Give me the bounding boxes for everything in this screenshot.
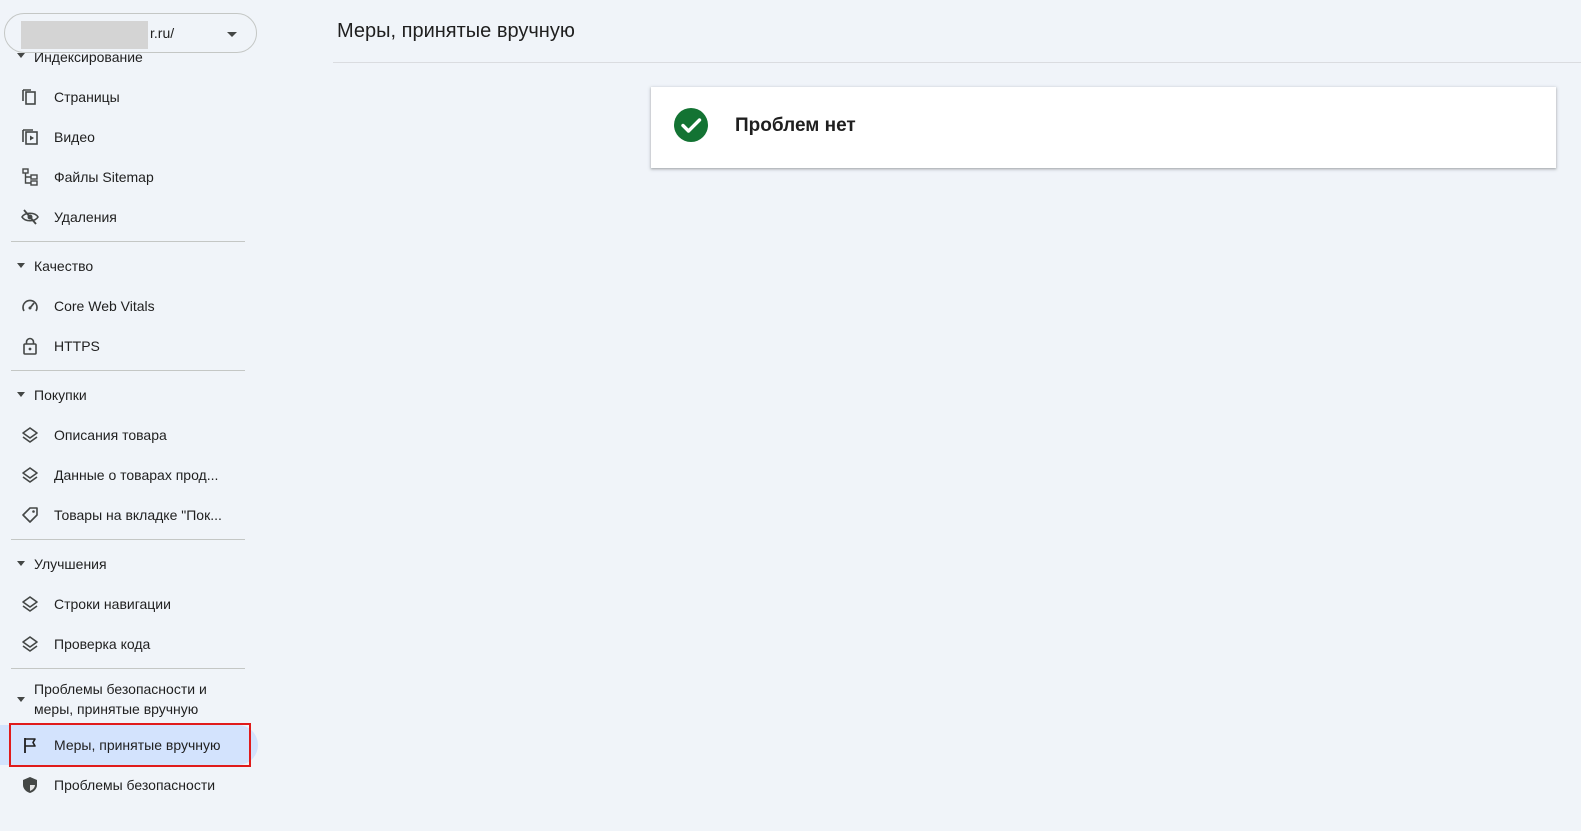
sidebar-item-code-check[interactable]: Проверка кода xyxy=(0,624,262,664)
section-header-quality[interactable]: Качество xyxy=(0,246,262,286)
section-header-enhancements[interactable]: Улучшения xyxy=(0,544,262,584)
divider xyxy=(11,539,245,540)
section-header-security[interactable]: Проблемы безопасности и меры, принятые в… xyxy=(0,673,230,725)
section-header-shopping[interactable]: Покупки xyxy=(0,375,262,415)
sidebar-item-manual-actions[interactable]: Меры, принятые вручную xyxy=(0,725,258,765)
divider xyxy=(11,241,245,242)
shield-icon xyxy=(23,777,37,793)
divider xyxy=(333,62,1581,63)
sitemap-icon xyxy=(22,168,38,186)
layers-icon xyxy=(22,467,38,483)
sidebar-item-product-snippets[interactable]: Описания товара xyxy=(0,415,262,455)
sidebar-item-removals[interactable]: Удаления xyxy=(0,197,262,237)
video-icon xyxy=(22,129,38,145)
sidebar-item-pages[interactable]: Страницы xyxy=(0,77,262,117)
sidebar-item-video[interactable]: Видео xyxy=(0,117,262,157)
lock-icon xyxy=(23,337,37,355)
collapse-icon xyxy=(17,53,25,58)
nav-scroll[interactable]: Индексирование Страницы Видео Файлы Site… xyxy=(0,52,262,831)
property-selector[interactable]: r.ru/ xyxy=(4,13,257,53)
sidebar-item-label: Core Web Vitals xyxy=(54,298,155,314)
sidebar-item-security-issues[interactable]: Проблемы безопасности xyxy=(0,765,262,805)
chevron-down-icon xyxy=(227,32,237,37)
tag-icon xyxy=(22,507,38,523)
collapse-icon xyxy=(17,561,25,566)
sidebar: r.ru/ Индексирование Страницы Видео Файл… xyxy=(0,0,262,831)
sidebar-item-label: HTTPS xyxy=(54,338,100,354)
sidebar-item-label: Меры, принятые вручную xyxy=(54,737,221,753)
sidebar-item-sitemaps[interactable]: Файлы Sitemap xyxy=(0,157,262,197)
sidebar-item-merchant-listings[interactable]: Данные о товарах прод... xyxy=(0,455,262,495)
sidebar-item-breadcrumbs[interactable]: Строки навигации xyxy=(0,584,262,624)
section-header-label: Качество xyxy=(34,258,94,274)
sidebar-item-core-web-vitals[interactable]: Core Web Vitals xyxy=(0,286,262,326)
sidebar-item-label: Товары на вкладке "Пок... xyxy=(54,507,222,523)
layers-icon xyxy=(22,427,38,443)
sidebar-item-label: Описания товара xyxy=(54,427,167,443)
sidebar-item-label: Файлы Sitemap xyxy=(54,169,154,185)
sidebar-item-label: Строки навигации xyxy=(54,596,171,612)
pages-icon xyxy=(22,89,36,105)
section-header-label: Индексирование xyxy=(34,52,143,65)
check-circle-icon xyxy=(674,108,708,142)
sidebar-item-label: Удаления xyxy=(54,209,117,225)
section-header-label: Проблемы безопасности и меры, принятые в… xyxy=(34,681,207,717)
sidebar-item-label: Данные о товарах прод... xyxy=(54,467,219,483)
gauge-icon xyxy=(22,299,38,312)
layers-icon xyxy=(22,596,38,612)
divider xyxy=(11,370,245,371)
section-header-label: Покупки xyxy=(34,387,87,403)
sidebar-item-label: Страницы xyxy=(54,89,120,105)
sidebar-item-https[interactable]: HTTPS xyxy=(0,326,262,366)
page-title: Меры, принятые вручную xyxy=(337,20,575,42)
collapse-icon xyxy=(17,263,25,268)
section-header-indexing[interactable]: Индексирование xyxy=(0,52,262,77)
collapse-icon xyxy=(17,697,25,702)
sidebar-item-shopping-tab[interactable]: Товары на вкладке "Пок... xyxy=(0,495,262,535)
layers-icon xyxy=(22,636,38,652)
property-value: r.ru/ xyxy=(150,25,175,41)
sidebar-item-label: Видео xyxy=(54,129,95,145)
flag-icon xyxy=(24,738,36,753)
status-text: Проблем нет xyxy=(735,115,856,136)
collapse-icon xyxy=(17,392,25,397)
status-card: Проблем нет xyxy=(651,87,1556,168)
sidebar-item-label: Проблемы безопасности xyxy=(54,777,216,793)
divider xyxy=(11,668,245,669)
section-header-label: Улучшения xyxy=(34,556,107,572)
removals-icon xyxy=(21,209,39,225)
sidebar-item-label: Проверка кода xyxy=(54,636,151,652)
redacted-domain xyxy=(21,21,148,49)
